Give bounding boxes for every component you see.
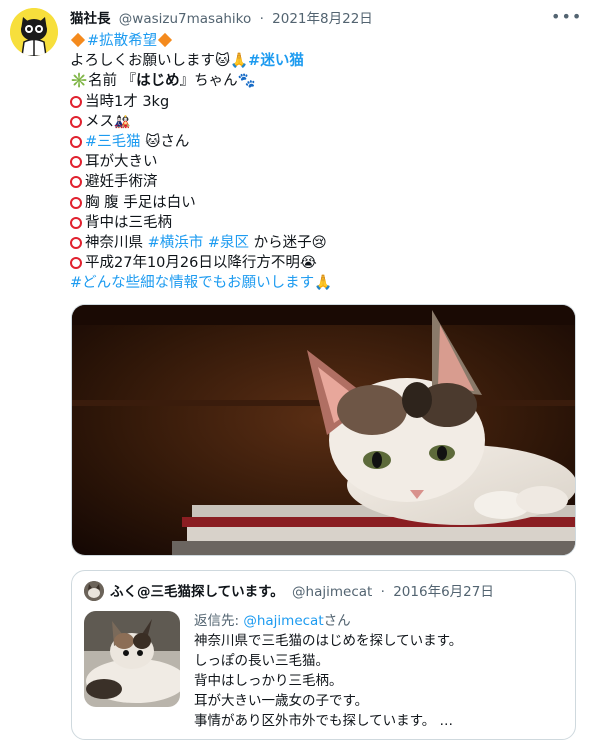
- hashtag-link[interactable]: #泉区: [208, 235, 249, 251]
- author-avatar[interactable]: [10, 8, 58, 56]
- red-circle-icon: [70, 156, 82, 169]
- red-circle-icon: [70, 95, 82, 108]
- author-handle[interactable]: @wasizu7masahiko: [119, 11, 251, 27]
- quoted-date: 2016年6月27日: [393, 584, 494, 600]
- hashtag-link[interactable]: #三毛猫: [85, 134, 141, 150]
- sparkle-icon: ✳️: [70, 73, 89, 90]
- tweet-line: 背中は三毛柄: [85, 214, 172, 231]
- tweet-line: よろしくお願いします🐱🙏: [70, 53, 249, 70]
- orange-diamond-icon: [158, 32, 173, 48]
- tweet-line: から迷子😢: [249, 234, 327, 251]
- tweet-line: 平成27年10月26日以降行方不明😭: [85, 255, 317, 272]
- quoted-header: ふく@三毛猫探しています。 @hajimecat · 2016年6月27日: [84, 581, 494, 601]
- hashtag-link[interactable]: #横浜市: [148, 235, 204, 251]
- red-circle-icon: [70, 135, 82, 148]
- quoted-tweet[interactable]: ふく@三毛猫探しています。 @hajimecat · 2016年6月27日 返信…: [71, 570, 576, 740]
- tweet-line: 名前 『: [88, 73, 137, 90]
- tweet-header: 猫社長 @wasizu7masahiko · 2021年8月22日: [70, 8, 559, 30]
- tweet-line: 』ちゃん🐾: [179, 73, 256, 90]
- hashtag-link[interactable]: #どんな些細な情報でもお願いします: [70, 275, 314, 291]
- doll-emoji-icon: 🎎: [114, 114, 131, 130]
- red-circle-icon: [70, 236, 82, 249]
- reply-suffix: さん: [323, 613, 351, 629]
- quoted-thumbnail: [84, 611, 180, 707]
- quoted-line: 神奈川県で三毛猫のはじめを探しています。: [194, 633, 463, 649]
- red-circle-icon: [70, 196, 82, 209]
- tweet-line: 🐱さん: [140, 133, 190, 150]
- cat-photo-image: [72, 305, 575, 555]
- red-circle-icon: [70, 176, 82, 189]
- cat-name: はじめ: [136, 73, 180, 90]
- hashtag-link[interactable]: #迷い猫: [248, 53, 304, 69]
- tweet-line: 耳が大きい: [85, 154, 158, 171]
- quoted-author-handle: @hajimecat: [292, 584, 373, 600]
- separator: ·: [380, 584, 385, 600]
- red-circle-icon: [70, 216, 82, 229]
- tweet-line: 胸 腹 手足は白い: [85, 194, 196, 211]
- quoted-line: しっぽの長い三毛猫。: [194, 653, 329, 669]
- quoted-author-name: ふく@三毛猫探しています。: [110, 584, 284, 600]
- tweet-date[interactable]: 2021年8月22日: [272, 11, 373, 27]
- tweet-text: #拡散希望 よろしくお願いします🐱🙏#迷い猫 ✳️名前 『はじめ』ちゃん🐾 当時…: [70, 31, 575, 293]
- tweet-line: 神奈川県: [85, 234, 148, 251]
- orange-diamond-icon: [70, 32, 86, 48]
- quoted-line: 背中はしっかり三毛柄。: [194, 673, 343, 689]
- reply-handle-link[interactable]: @hajimecat: [243, 613, 323, 629]
- quoted-avatar: [84, 581, 104, 601]
- tweet-line: 避妊手術済: [85, 174, 158, 191]
- quoted-line: 耳が大きい一歳女の子です。: [194, 693, 369, 709]
- author-name[interactable]: 猫社長: [70, 11, 111, 27]
- red-circle-icon: [70, 257, 82, 270]
- tweet-line: 🙏: [314, 275, 333, 292]
- tweet-line: メス: [85, 113, 114, 130]
- reply-to: 返信先: @hajimecatさん: [194, 611, 462, 631]
- quoted-line: 事情があり区外市外でも探しています。 …: [194, 713, 454, 729]
- more-icon[interactable]: •••: [551, 9, 581, 30]
- hashtag-link[interactable]: #拡散希望: [87, 33, 157, 49]
- tweet-line: 当時1才 3kg: [85, 93, 170, 110]
- cat-thumbnail-image: [84, 611, 180, 707]
- tweet-photo[interactable]: [71, 304, 576, 556]
- cat-avatar-icon: [84, 581, 104, 601]
- red-circle-icon: [70, 115, 82, 128]
- avatar-cat-mascot-icon: [10, 8, 58, 56]
- reply-prefix: 返信先:: [194, 613, 244, 629]
- separator: ·: [259, 11, 264, 27]
- quoted-text: 返信先: @hajimecatさん 神奈川県で三毛猫のはじめを探しています。 し…: [194, 611, 462, 731]
